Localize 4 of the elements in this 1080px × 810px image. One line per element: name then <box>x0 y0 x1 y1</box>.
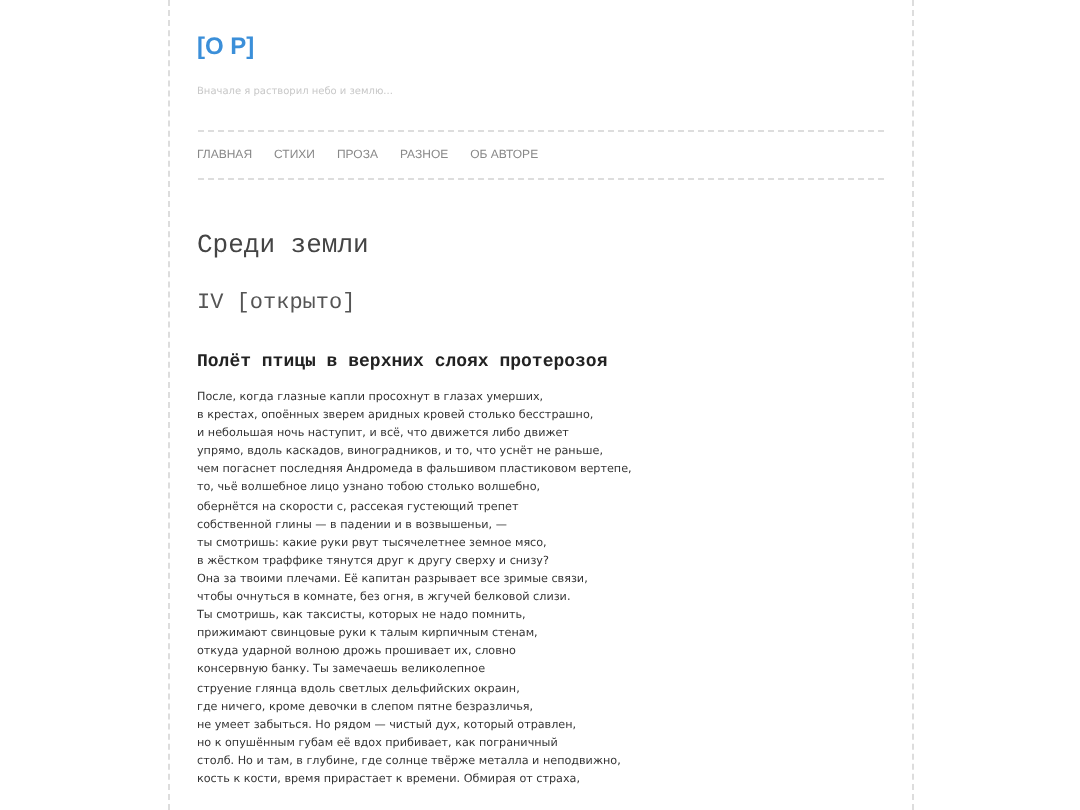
site-logo[interactable]: [О Р] <box>197 28 883 64</box>
post-title: Среди земли <box>197 228 371 264</box>
poem-heading: Полёт птицы в верхних слоях протерозоя <box>197 350 610 376</box>
post-subtitle: IV [открыто] <box>197 290 358 320</box>
